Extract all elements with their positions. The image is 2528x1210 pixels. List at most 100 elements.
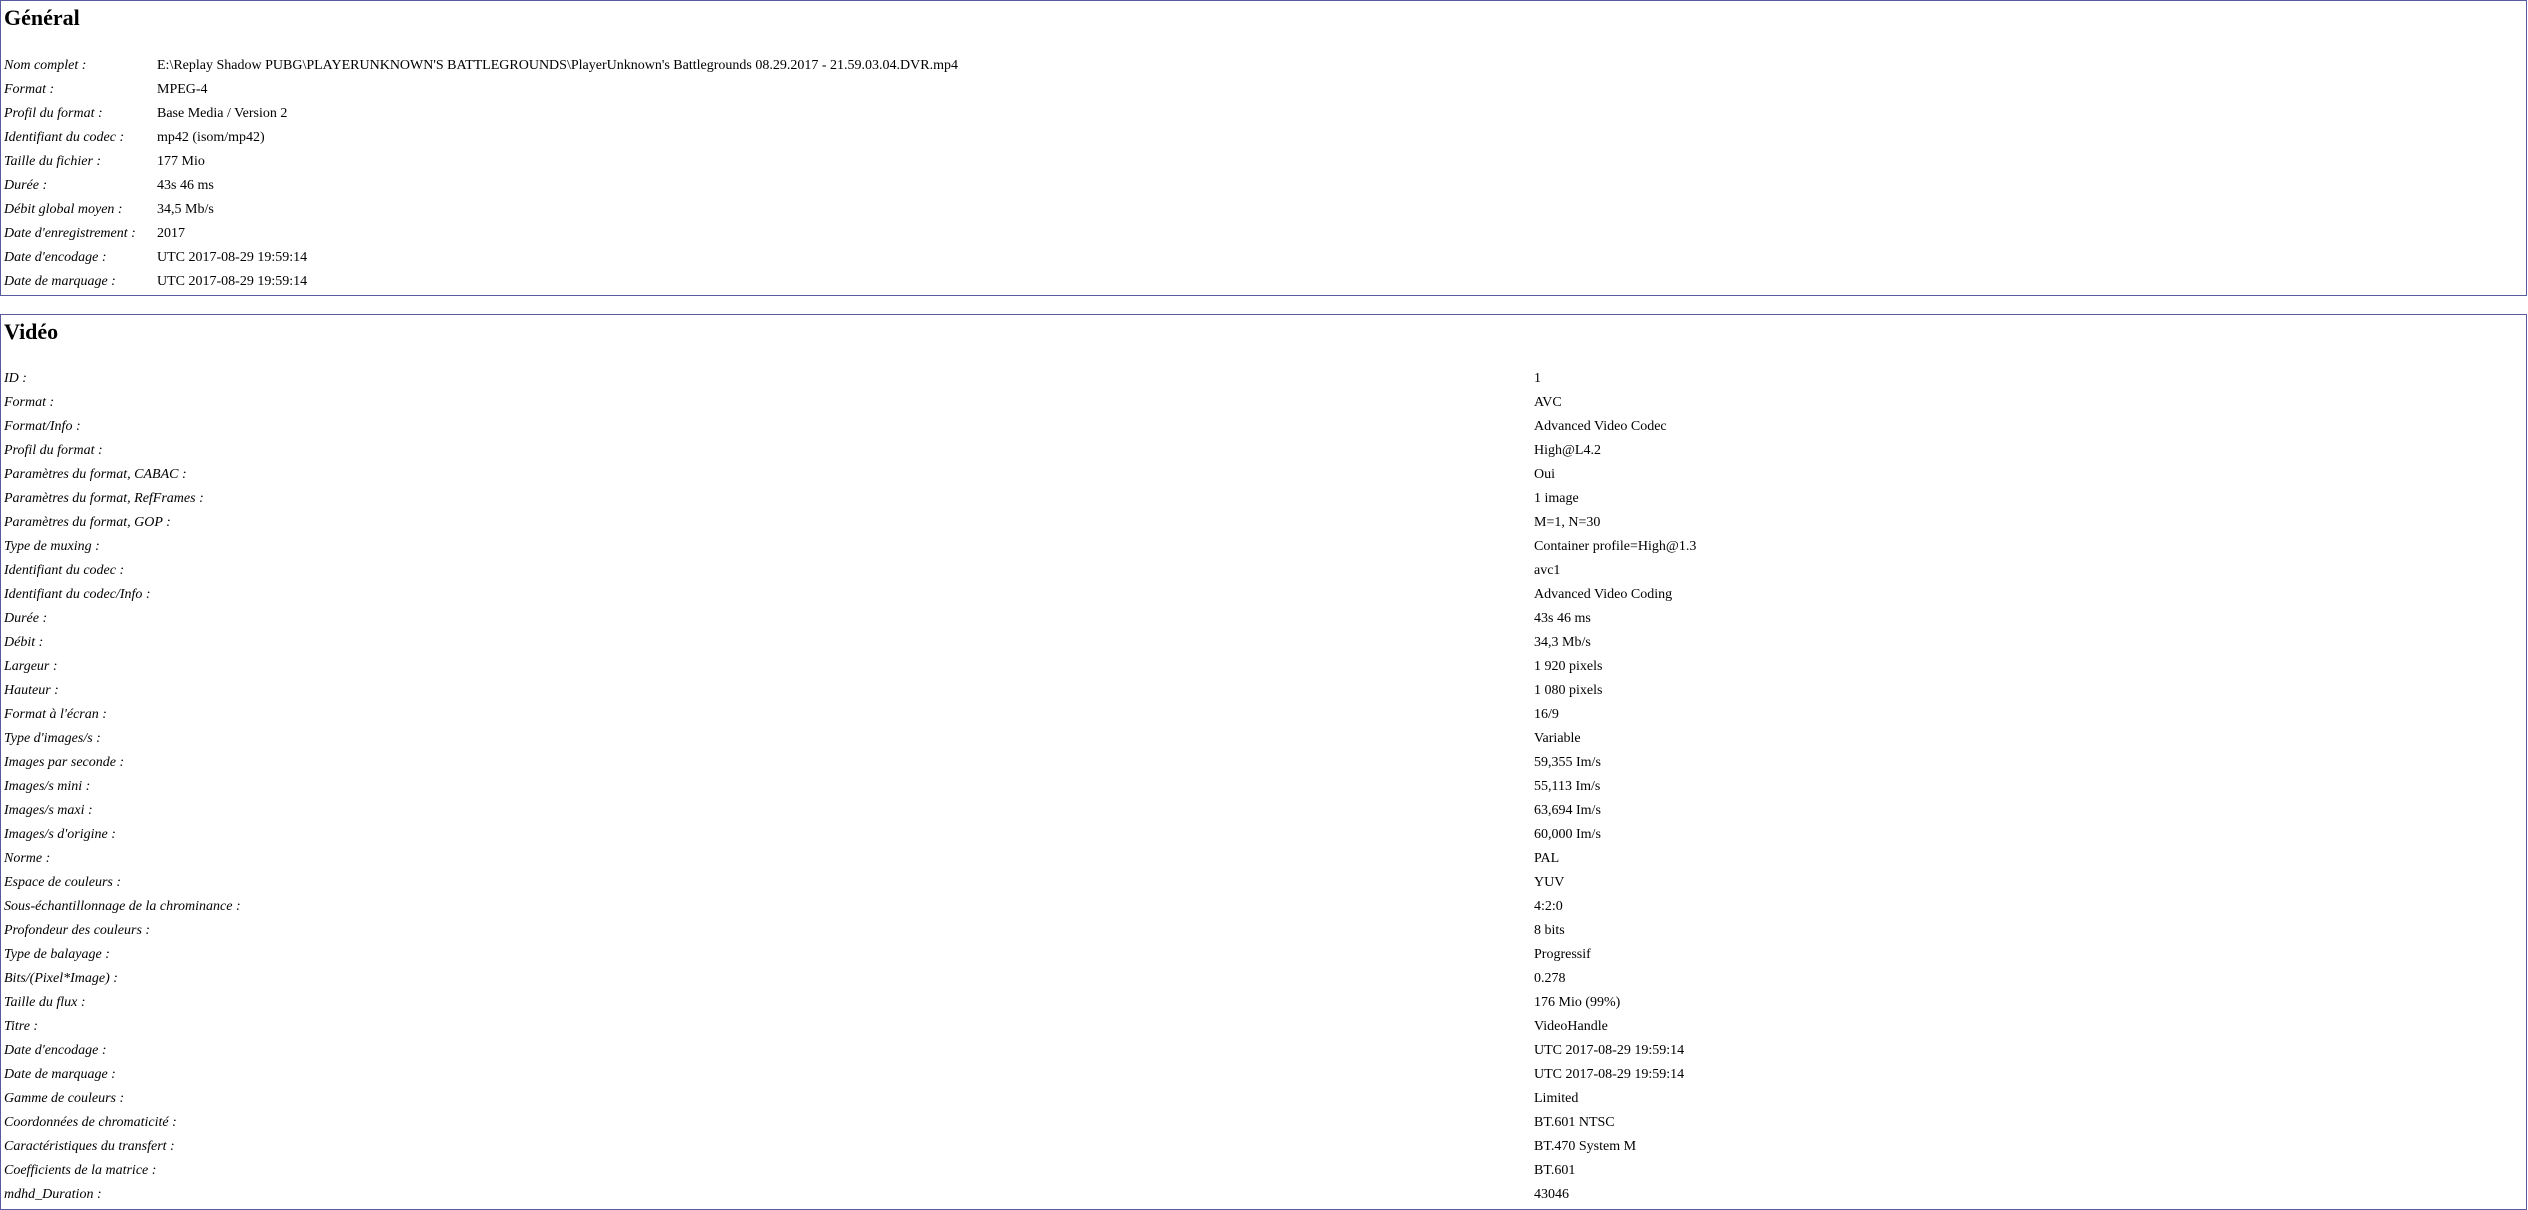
field-label: Identifiant du codec/Info : <box>4 587 151 602</box>
field-label: Débit global moyen : <box>4 202 123 217</box>
video-info-row: Titre : VideoHandle <box>4 1015 2522 1039</box>
field-value: 34,3 Mb/s <box>1534 635 1591 650</box>
video-info-row: Espace de couleurs : YUV <box>4 871 2522 895</box>
field-label: Paramètres du format, RefFrames : <box>4 491 204 506</box>
field-value: 34,5 Mb/s <box>157 202 214 217</box>
general-info-row: Nom complet : E:\Replay Shadow PUBG\PLAYE… <box>4 54 958 78</box>
video-info-row: Paramètres du format, CABAC : Oui <box>4 463 2522 487</box>
field-label: Profondeur des couleurs : <box>4 923 151 938</box>
field-value: MPEG-4 <box>157 82 208 97</box>
field-value: 176 Mio (99%) <box>1534 995 1621 1010</box>
field-value: 16/9 <box>1534 707 1559 722</box>
field-value: 43s 46 ms <box>1534 611 1591 626</box>
field-label: Type de muxing : <box>4 539 100 554</box>
video-info-row: Profondeur des couleurs : 8 bits <box>4 919 2522 943</box>
field-value: VideoHandle <box>1534 1019 1608 1034</box>
video-info-row: Images par seconde : 59,355 Im/s <box>4 751 2522 775</box>
field-label: Coordonnées de chromaticité : <box>4 1115 177 1130</box>
field-label: Espace de couleurs : <box>4 875 122 890</box>
video-section-title: Vidéo <box>4 319 59 344</box>
field-value: UTC 2017-08-29 19:59:14 <box>157 274 308 289</box>
field-label: Date d'enregistrement : <box>4 226 136 241</box>
video-info-row: Type de balayage : Progressif <box>4 943 2522 967</box>
field-label: Type de balayage : <box>4 947 110 962</box>
field-label: Durée : <box>4 611 48 626</box>
field-value: Variable <box>1534 731 1581 746</box>
video-info-row: Gamme de couleurs : Limited <box>4 1087 2522 1111</box>
field-label: Date d'encodage : <box>4 1043 107 1058</box>
field-value: UTC 2017-08-29 19:59:14 <box>157 250 308 265</box>
video-info-row: Caractéristiques du transfert : BT.470 Sy… <box>4 1135 2522 1159</box>
field-label: Date de marquage : <box>4 1067 116 1082</box>
video-info-rows: ID : 1 Format : AVC Format/Info : Advanced Vi… <box>4 367 2522 1207</box>
field-value: 2017 <box>157 226 185 241</box>
field-value: 59,355 Im/s <box>1534 755 1601 770</box>
field-value: M=1, N=30 <box>1534 515 1601 530</box>
field-value: Progressif <box>1534 947 1591 962</box>
video-info-row: Bits/(Pixel*Image) : 0.278 <box>4 967 2522 991</box>
video-info-row: Format : AVC <box>4 391 2522 415</box>
field-value: E:\Replay Shadow PUBG\PLAYERUNKNOWN'S BA… <box>157 58 958 73</box>
video-info-row: Date d'encodage : UTC 2017-08-29 19:59:14 <box>4 1039 2522 1063</box>
video-info-row: Type de muxing : Container profile=High@1… <box>4 535 2522 559</box>
field-label: Images/s mini : <box>4 779 91 794</box>
video-info-table: ID : 1 Format : AVC Format/Info : Advanced Vi… <box>4 367 2522 1207</box>
field-label: Date de marquage : <box>4 274 116 289</box>
field-value: 177 Mio <box>157 154 205 169</box>
field-label: Norme : <box>4 851 51 866</box>
video-info-row: Format à l'écran : 16/9 <box>4 703 2522 727</box>
field-label: Identifiant du codec : <box>4 130 125 145</box>
video-info-row: Coefficients de la matrice : BT.601 <box>4 1159 2522 1183</box>
video-info-row: Hauteur : 1 080 pixels <box>4 679 2522 703</box>
field-label: Bits/(Pixel*Image) : <box>4 971 118 986</box>
field-value: 1 920 pixels <box>1534 659 1603 674</box>
field-label: Format/Info : <box>4 419 81 434</box>
general-info-table: Nom complet : E:\Replay Shadow PUBG\PLAYE… <box>4 54 958 294</box>
field-label: Caractéristiques du transfert : <box>4 1139 175 1154</box>
field-label: Titre : <box>4 1019 39 1034</box>
field-label: Format : <box>4 82 55 97</box>
field-value: 60,000 Im/s <box>1534 827 1601 842</box>
video-info-row: Identifiant du codec : avc1 <box>4 559 2522 583</box>
video-info-row: Images/s maxi : 63,694 Im/s <box>4 799 2522 823</box>
general-info-row: Date de marquage : UTC 2017-08-29 19:59:1… <box>4 270 958 294</box>
video-info-row: Images/s mini : 55,113 Im/s <box>4 775 2522 799</box>
field-label: Profil du format : <box>4 106 103 121</box>
field-value: 43s 46 ms <box>157 178 214 193</box>
field-value: Oui <box>1534 467 1555 482</box>
field-value: avc1 <box>1534 563 1561 578</box>
field-label: Coefficients de la matrice : <box>4 1163 157 1178</box>
field-label: Format : <box>4 395 55 410</box>
general-info-row: Taille du fichier : 177 Mio <box>4 150 958 174</box>
field-label: Images/s d'origine : <box>4 827 116 842</box>
field-value: 8 bits <box>1534 923 1565 938</box>
field-label: Date d'encodage : <box>4 250 107 265</box>
video-info-row: Format/Info : Advanced Video Codec <box>4 415 2522 439</box>
general-info-row: Date d'enregistrement : 2017 <box>4 222 958 246</box>
video-info-row: Durée : 43s 46 ms <box>4 607 2522 631</box>
field-value: 1 image <box>1534 491 1579 506</box>
field-value: 4:2:0 <box>1534 899 1563 914</box>
field-label: Images/s maxi : <box>4 803 93 818</box>
field-value: High@L4.2 <box>1534 443 1601 458</box>
field-label: Type d'images/s : <box>4 731 101 746</box>
video-info-row: ID : 1 <box>4 367 2522 391</box>
field-value: 55,113 Im/s <box>1534 779 1601 794</box>
field-value: UTC 2017-08-29 19:59:14 <box>1534 1043 1685 1058</box>
field-label: Nom complet : <box>4 58 87 73</box>
video-info-row: Identifiant du codec/Info : Advanced Vide… <box>4 583 2522 607</box>
general-info-row: Durée : 43s 46 ms <box>4 174 958 198</box>
field-value: Advanced Video Coding <box>1534 587 1673 602</box>
video-info-row: Taille du flux : 176 Mio (99%) <box>4 991 2522 1015</box>
field-value: Base Media / Version 2 <box>157 106 288 121</box>
field-value: AVC <box>1534 395 1562 410</box>
field-value: BT.601 <box>1534 1163 1576 1178</box>
field-value: 1 080 pixels <box>1534 683 1603 698</box>
field-label: mdhd_Duration : <box>4 1187 102 1202</box>
video-info-row: Débit : 34,3 Mb/s <box>4 631 2522 655</box>
field-label: Taille du fichier : <box>4 154 102 169</box>
field-label: Paramètres du format, CABAC : <box>4 467 187 482</box>
video-info-row: Date de marquage : UTC 2017-08-29 19:59:1… <box>4 1063 2522 1087</box>
video-info-row: Paramètres du format, GOP : M=1, N=30 <box>4 511 2522 535</box>
video-info-row: mdhd_Duration : 43046 <box>4 1183 2522 1207</box>
